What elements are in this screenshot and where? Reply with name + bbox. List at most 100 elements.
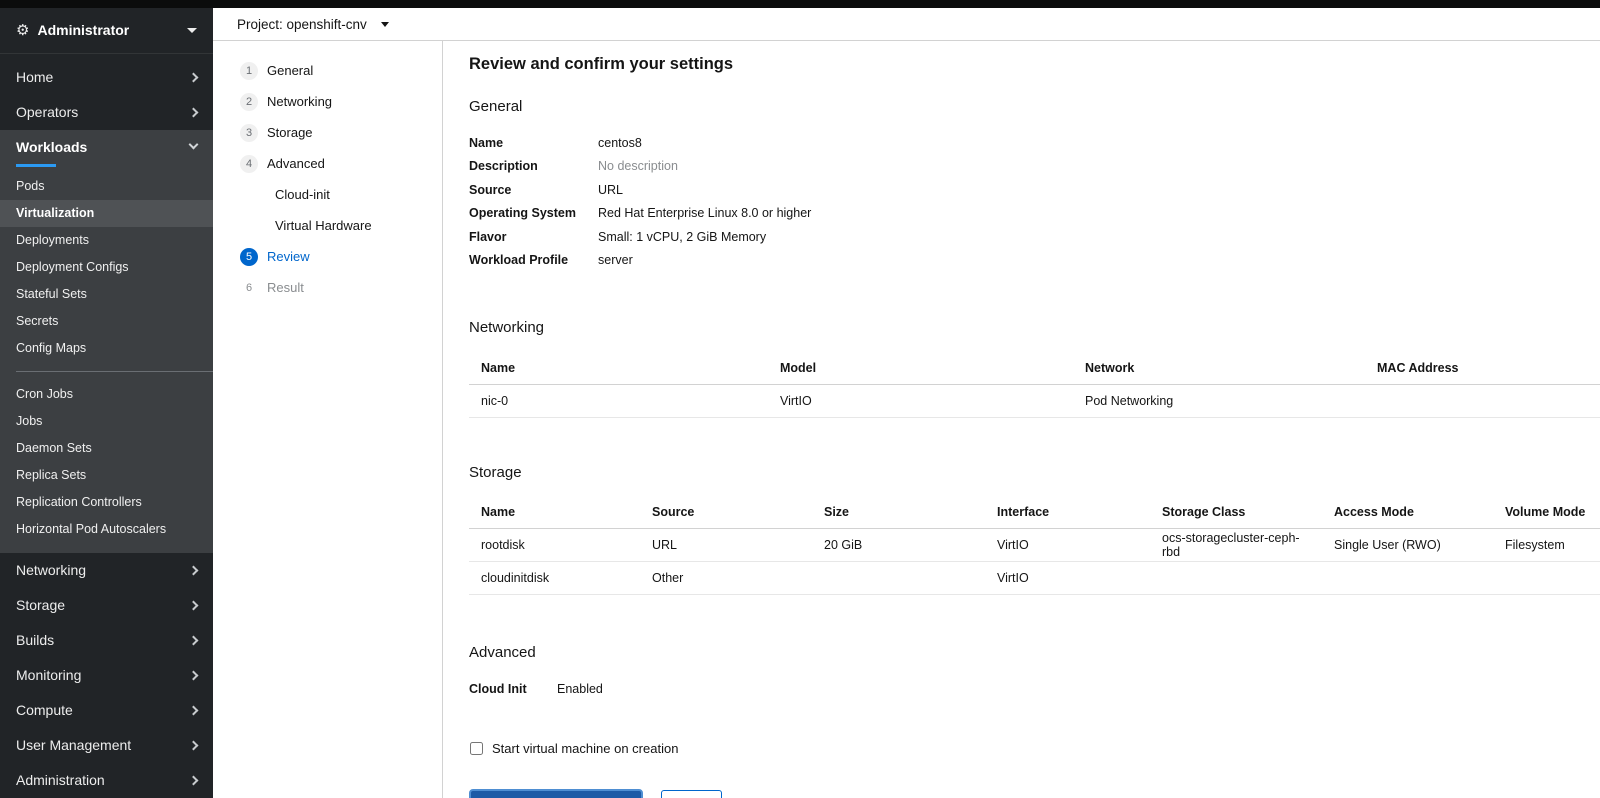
perspective-switcher[interactable]: ⚙ Administrator [0,8,213,54]
wizard-step-review[interactable]: 5 Review [213,241,442,272]
step-label: Result [267,280,304,295]
sidebar-item-label: User Management [16,737,132,754]
advanced-heading: Advanced [469,644,536,661]
wizard-step-virtual-hardware[interactable]: Virtual Hardware [213,210,442,241]
column-header: Name [469,496,640,529]
table-row: cloudinitdisk Other VirtIO [469,561,1600,595]
project-selector-label: Project: openshift-cnv [237,16,367,32]
sidebar-item-deployment-configs[interactable]: Deployment Configs [0,254,213,281]
column-header: Network [1073,352,1365,385]
wizard-step-result[interactable]: 6 Result [213,272,442,303]
sidebar-item-label: Builds [16,632,55,649]
storage-header-row: Name Source Size Interface Storage Class… [469,496,1600,529]
cell-disk-access-mode: Single User (RWO) [1322,528,1493,562]
create-virtual-machine-button[interactable]: Create Virtual Machine [469,788,643,798]
sidebar-item-virtualization[interactable]: Virtualization [0,199,213,227]
project-bar: Project: openshift-cnv [213,8,1600,41]
step-number: 1 [240,61,258,80]
networking-heading: Networking [469,319,545,336]
start-vm-label[interactable]: Start virtual machine on creation [492,741,678,756]
column-header: Size [812,496,985,529]
sidebar-item-deployments[interactable]: Deployments [0,227,213,254]
column-header: Volume Mode [1493,496,1600,529]
sidebar-item-secrets[interactable]: Secrets [0,308,213,335]
sidebar-item-workloads[interactable]: Workloads [0,130,213,164]
wizard-step-general[interactable]: 1 General [213,55,442,86]
wizard-step-cloud-init[interactable]: Cloud-init [213,179,442,210]
field-value: server [598,253,633,268]
cell-disk-access-mode [1322,561,1493,595]
start-vm-checkbox[interactable] [470,741,483,755]
wizard-step-networking[interactable]: 2 Networking [213,86,442,117]
column-header: Source [640,496,812,529]
project-selector[interactable]: Project: openshift-cnv [237,17,389,32]
networking-section: Networking Name Model Network MAC Addres… [469,319,1600,418]
step-number: 6 [245,281,253,294]
sidebar-item-jobs[interactable]: Jobs [0,408,213,435]
start-vm-row: Start virtual machine on creation [469,741,1600,756]
field-value: Red Hat Enterprise Linux 8.0 or higher [598,206,812,221]
sidebar-item-horizontal-pod-autoscalers[interactable]: Horizontal Pod Autoscalers [0,516,213,543]
field-source: Source URL [469,182,624,197]
sidebar-item-config-maps[interactable]: Config Maps [0,335,213,362]
sidebar-item-label: Administration [16,772,105,789]
sidebar-item-cron-jobs[interactable]: Cron Jobs [0,381,213,408]
sidebar-item-home[interactable]: Home [0,60,213,95]
column-header: Storage Class [1150,496,1322,529]
cell-disk-name: rootdisk [469,528,640,562]
sidebar-item-user-management[interactable]: User Management [0,728,213,763]
field-workload-profile: Workload Profile server [469,253,633,268]
wizard-step-advanced[interactable]: 4 Advanced [213,148,442,179]
sidebar-item-replica-sets[interactable]: Replica Sets [0,462,213,489]
sidebar-item-storage[interactable]: Storage [0,588,213,623]
sidebar-item-stateful-sets[interactable]: Stateful Sets [0,281,213,308]
column-header: Name [469,352,768,385]
cell-disk-size: 20 GiB [812,528,985,562]
chevron-right-icon [188,600,199,611]
step-number: 5 [240,247,258,266]
cell-disk-source: URL [640,528,812,562]
storage-section: Storage Name Source Size Interface Stora… [469,463,1600,595]
sidebar: ⚙ Administrator Home Operators Workloads… [0,8,213,798]
wizard-step-storage[interactable]: 3 Storage [213,117,442,148]
sidebar-item-daemon-sets[interactable]: Daemon Sets [0,435,213,462]
step-label: Cloud-init [275,187,330,202]
sidebar-item-replication-controllers[interactable]: Replication Controllers [0,489,213,516]
page-title: Review and confirm your settings [469,55,734,73]
sidebar-item-compute[interactable]: Compute [0,693,213,728]
sidebar-divider [16,370,213,372]
cell-disk-interface: VirtIO [985,561,1150,595]
column-header: Access Mode [1322,496,1493,529]
sidebar-item-operators[interactable]: Operators [0,95,213,130]
chevron-right-icon [188,740,199,751]
step-label: Virtual Hardware [275,218,372,233]
cell-disk-volume-mode [1493,561,1600,595]
storage-heading: Storage [469,463,522,481]
column-header: Model [768,352,1073,385]
chevron-right-icon [188,107,199,118]
general-heading: General [469,98,523,115]
cell-nic-network: Pod Networking [1073,384,1365,418]
back-button[interactable]: Back [660,789,722,798]
sidebar-item-pods[interactable]: Pods [0,173,213,200]
wizard-steps-panel: 1 General 2 Networking 3 Storage 4 Advan… [213,41,443,798]
cell-disk-volume-mode: Filesystem [1493,528,1600,562]
sidebar-item-label: Home [16,69,54,86]
sidebar-item-monitoring[interactable]: Monitoring [0,658,213,693]
sidebar-item-administration[interactable]: Administration [0,763,213,798]
general-section: General Name centos8 Description No desc… [469,98,1600,272]
field-name: Name centos8 [469,135,642,150]
chevron-right-icon [188,775,199,786]
column-header: Interface [985,496,1150,529]
field-description: Description No description [469,159,678,174]
step-number: 3 [240,123,258,142]
cogs-icon: ⚙ [16,21,30,39]
cell-nic-model: VirtIO [768,384,1073,418]
sidebar-item-networking[interactable]: Networking [0,553,213,588]
perspective-label: Administrator [37,22,130,39]
sidebar-item-builds[interactable]: Builds [0,623,213,658]
step-label: General [267,63,314,78]
networking-table: Name Model Network MAC Address nic-0 Vir… [469,352,1600,418]
field-flavor: Flavor Small: 1 vCPU, 2 GiB Memory [469,229,767,244]
field-operating-system: Operating System Red Hat Enterprise Linu… [469,206,812,221]
